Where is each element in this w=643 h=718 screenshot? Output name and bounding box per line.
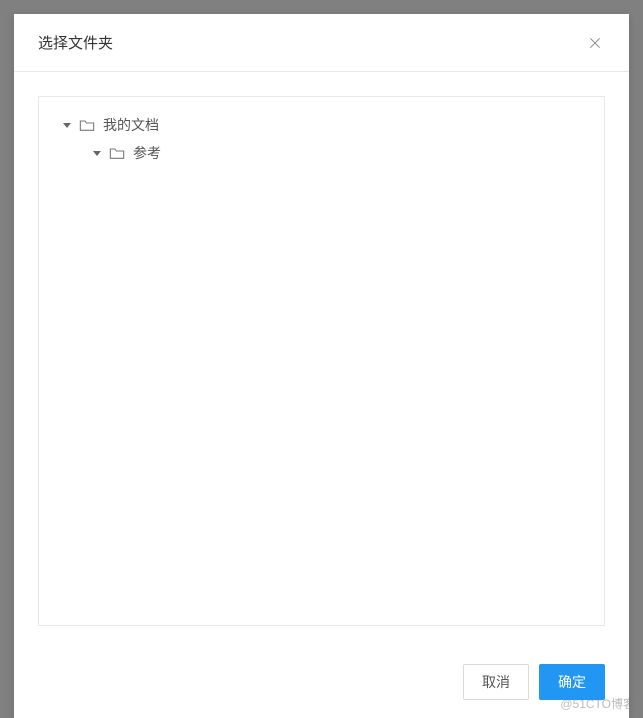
tree-node-label: 参考 — [133, 143, 161, 163]
cancel-button[interactable]: 取消 — [463, 664, 529, 700]
tree-node-child[interactable]: 参考 — [49, 139, 594, 167]
close-icon — [587, 35, 603, 51]
folder-tree: 我的文档 参考 — [38, 96, 605, 626]
folder-icon — [109, 146, 125, 160]
modal-body: 我的文档 参考 — [14, 72, 629, 650]
folder-icon — [79, 118, 95, 132]
folder-select-modal: 选择文件夹 我的文档 — [14, 14, 629, 718]
caret-down-icon — [63, 123, 71, 128]
caret-down-icon — [93, 151, 101, 156]
confirm-button[interactable]: 确定 — [539, 664, 605, 700]
close-button[interactable] — [585, 33, 605, 53]
tree-node-root[interactable]: 我的文档 — [49, 111, 594, 139]
modal-title: 选择文件夹 — [38, 32, 113, 53]
modal-footer: 取消 确定 — [14, 650, 629, 718]
tree-node-label: 我的文档 — [103, 115, 159, 135]
modal-header: 选择文件夹 — [14, 14, 629, 72]
